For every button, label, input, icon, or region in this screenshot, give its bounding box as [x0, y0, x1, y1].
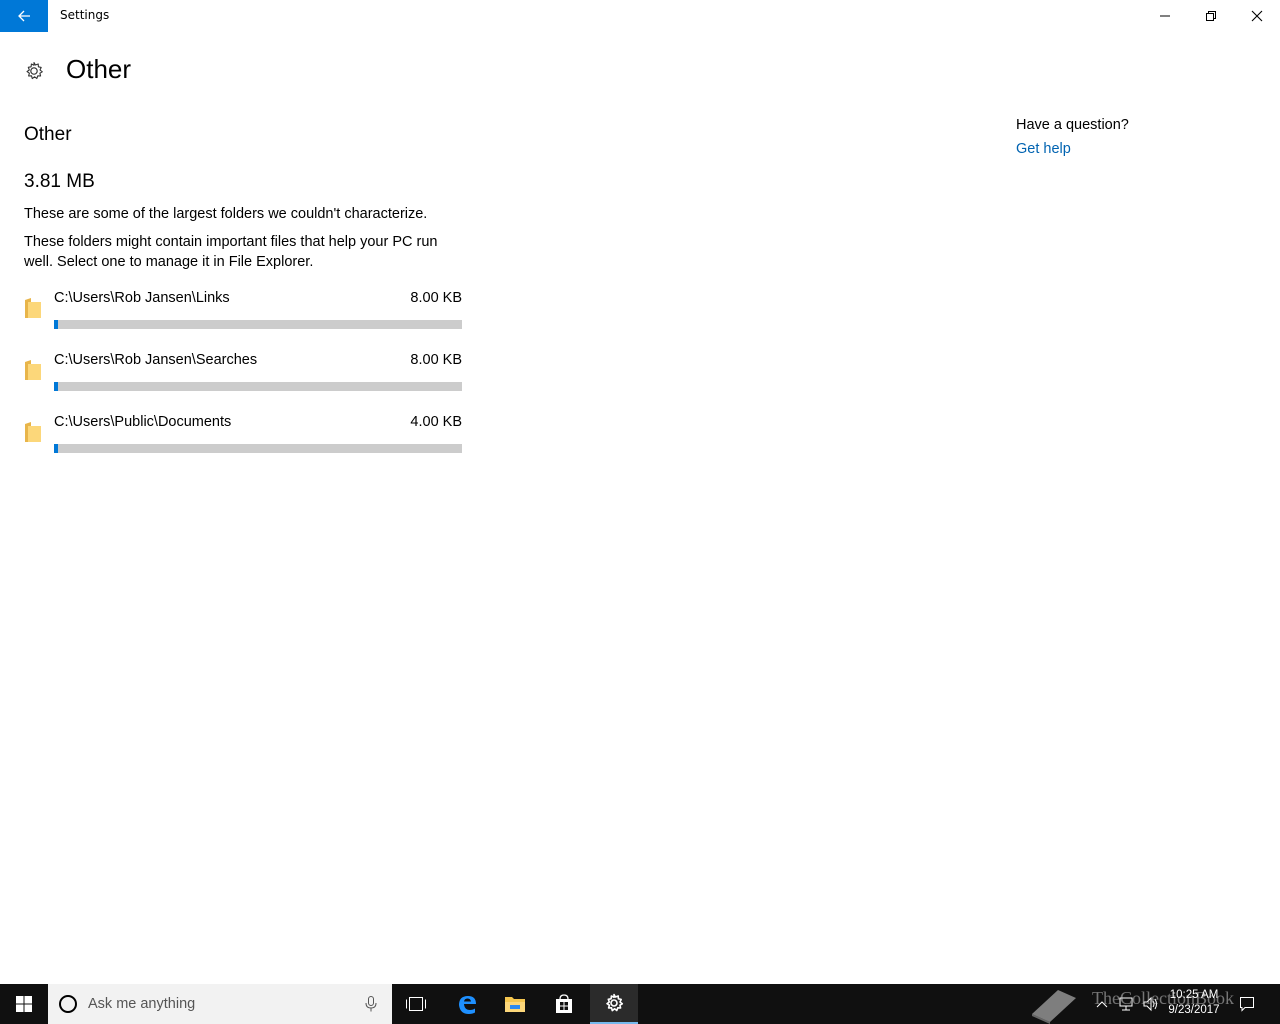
folder-icon — [25, 298, 41, 318]
close-icon — [1251, 10, 1263, 22]
folder-path: C:\Users\Rob Jansen\Links — [54, 290, 230, 306]
microphone-icon[interactable] — [365, 996, 377, 1012]
help-question: Have a question? — [1016, 117, 1129, 133]
minimize-icon — [1160, 15, 1170, 17]
section-title: Other — [24, 124, 72, 145]
folder-icon — [25, 422, 41, 442]
back-button[interactable] — [0, 0, 48, 32]
book-logo-icon — [1032, 990, 1076, 1024]
cortana-icon — [59, 995, 77, 1013]
folder-path: C:\Users\Rob Jansen\Searches — [54, 352, 258, 368]
folder-list: C:\Users\Rob Jansen\Links 8.00 KB C:\Use… — [24, 288, 464, 474]
description-text: These are some of the largest folders we… — [24, 206, 428, 222]
total-size: 3.81 MB — [24, 171, 95, 192]
clock[interactable]: 10:25 AM 9/23/2017 — [1160, 988, 1228, 1018]
folder-item[interactable]: C:\Users\Rob Jansen\Links 8.00 KB — [24, 288, 464, 350]
taskbar-store[interactable] — [540, 984, 588, 1024]
close-button[interactable] — [1234, 0, 1280, 32]
gear-icon — [606, 993, 624, 1012]
start-button[interactable] — [0, 984, 48, 1024]
notification-icon — [1240, 997, 1254, 1012]
store-icon — [556, 994, 572, 1013]
folder-size: 8.00 KB — [410, 290, 462, 306]
arrow-left-icon — [18, 10, 30, 22]
folder-path: C:\Users\Public\Documents — [54, 414, 232, 430]
usage-bar-fill — [54, 320, 59, 329]
usage-bar — [54, 382, 462, 391]
edge-icon — [459, 996, 476, 1014]
folder-icon — [25, 360, 41, 380]
windows-logo-icon — [16, 996, 32, 1012]
usage-bar — [54, 444, 462, 453]
folder-icon — [505, 997, 525, 1012]
usage-bar-fill — [54, 382, 59, 391]
task-view-icon — [406, 997, 426, 1011]
page-title: Other — [66, 54, 132, 84]
taskbar: Ask me anything TheCollectionBook 10:25 … — [0, 984, 1280, 1024]
taskbar-settings[interactable] — [590, 984, 638, 1024]
folder-item[interactable]: C:\Users\Public\Documents 4.00 KB — [24, 412, 464, 474]
description-text-2: These folders might contain important fi… — [24, 234, 438, 270]
search-box[interactable]: Ask me anything — [48, 984, 392, 1024]
taskbar-edge[interactable] — [443, 984, 491, 1024]
usage-bar — [54, 320, 462, 329]
task-view-button[interactable] — [392, 984, 440, 1024]
clock-date: 9/23/2017 — [1168, 1004, 1220, 1016]
taskbar-file-explorer[interactable] — [491, 984, 539, 1024]
action-center-button[interactable] — [1234, 984, 1260, 1024]
clock-time: 10:25 AM — [1169, 989, 1219, 1001]
folder-size: 4.00 KB — [410, 414, 462, 430]
window-title: Settings — [60, 8, 110, 22]
page-header: Other — [24, 54, 132, 85]
folder-size: 8.00 KB — [410, 352, 462, 368]
minimize-button[interactable] — [1142, 0, 1188, 32]
restore-icon — [1206, 11, 1216, 21]
usage-bar-fill — [54, 444, 59, 453]
title-bar: Settings — [0, 0, 1280, 32]
gear-icon — [26, 61, 43, 79]
get-help-link[interactable]: Get help — [1016, 141, 1129, 157]
restore-button[interactable] — [1188, 0, 1234, 32]
help-panel: Have a question? Get help — [1016, 117, 1129, 157]
search-placeholder: Ask me anything — [88, 996, 196, 1012]
folder-item[interactable]: C:\Users\Rob Jansen\Searches 8.00 KB — [24, 350, 464, 412]
